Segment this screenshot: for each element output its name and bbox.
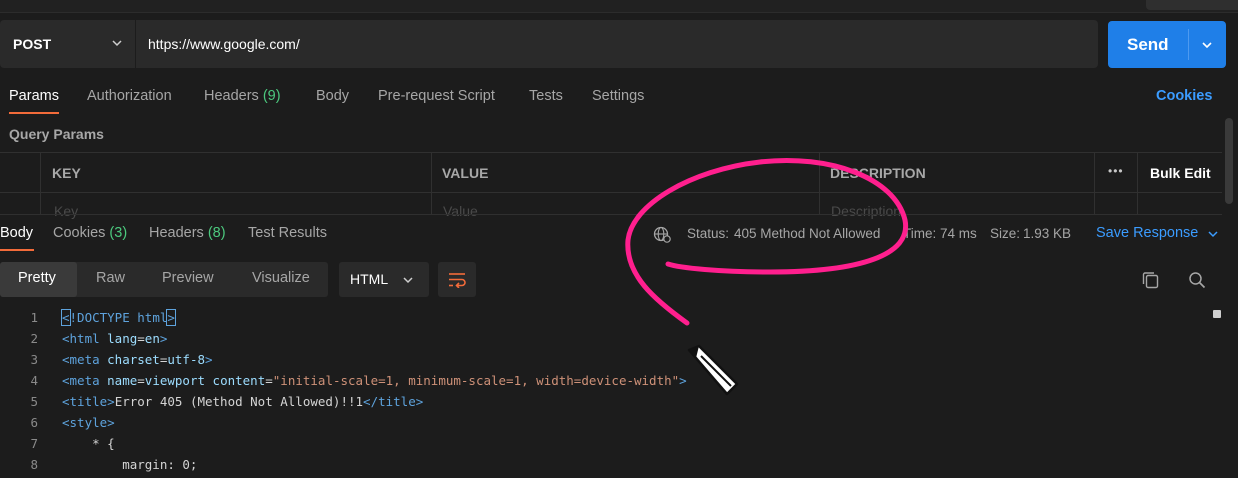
pencil-cursor-icon — [687, 344, 739, 396]
annotation-overlay — [625, 157, 909, 396]
annotation-circle — [625, 157, 909, 326]
